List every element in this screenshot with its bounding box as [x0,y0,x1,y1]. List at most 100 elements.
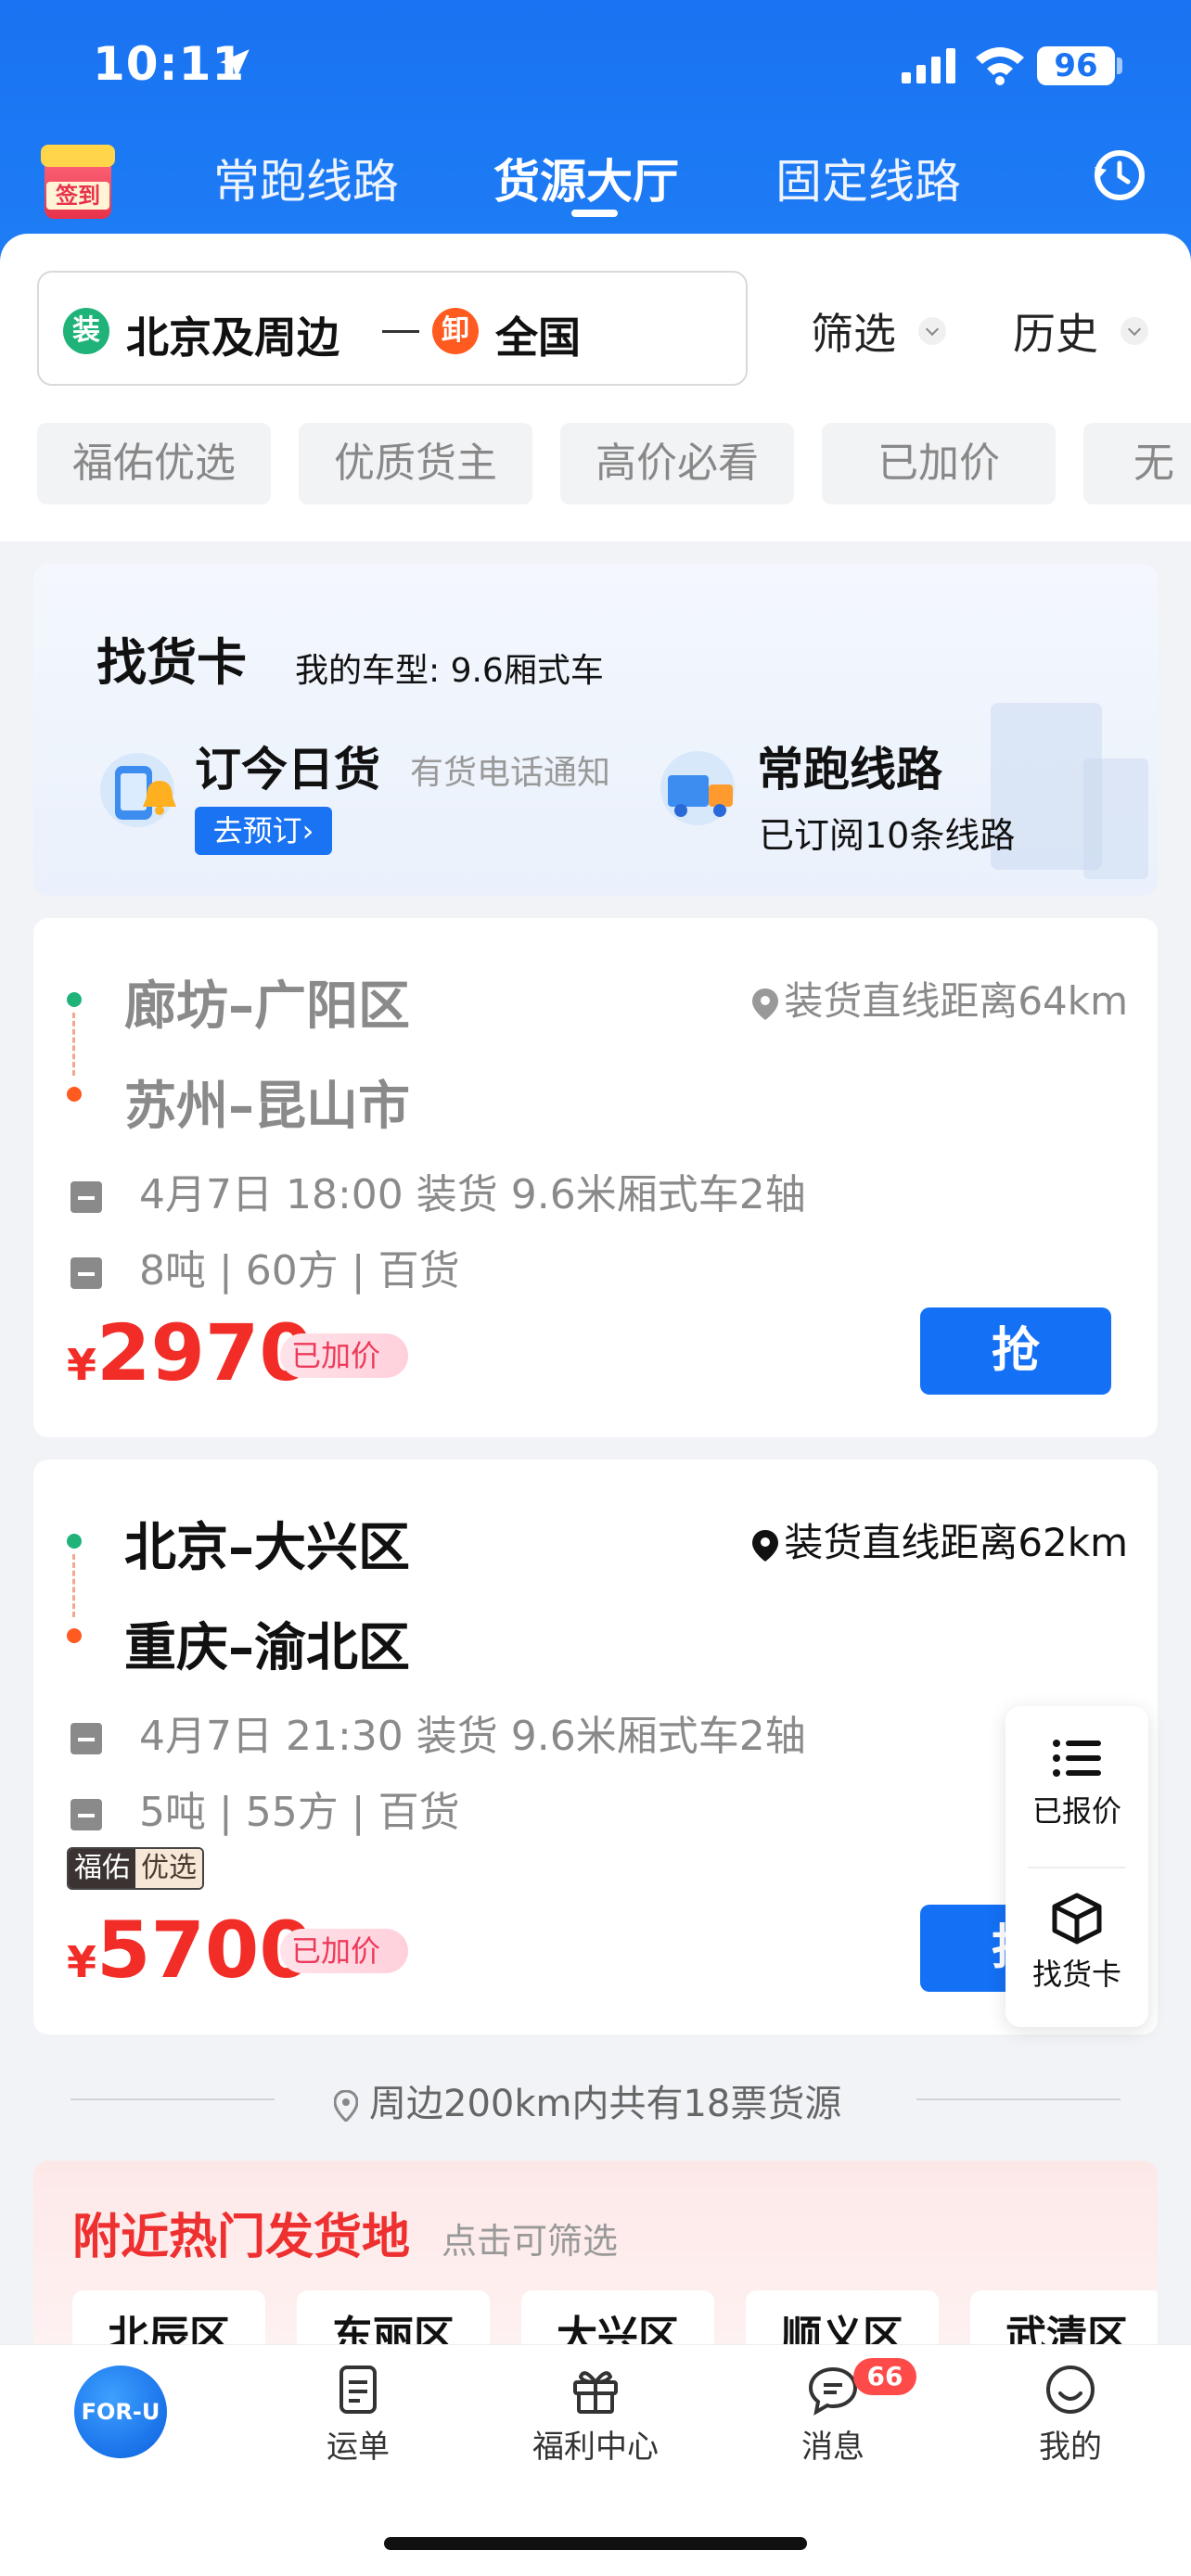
order-origin: 廊坊–广阳区 [124,976,410,1037]
filter-button[interactable]: 筛选 [811,300,896,362]
box-icon [70,1257,102,1289]
quoted-label: 已报价 [1031,1793,1121,1829]
search-panel: 装 北京及周边 卸 全国 筛选 历史 福佑优选 优质货主 高价必看 已加价 无 [0,234,1191,542]
history-button[interactable]: 历史 [1013,300,1098,362]
nav-home-foru[interactable]: FOR-U [74,2366,167,2458]
box-icon [70,1799,102,1830]
decor-building [1083,759,1148,879]
calendar-icon [70,1723,102,1754]
hot-origins-title: 附近热门发货地 [72,2210,411,2265]
truck-route-icon [660,751,735,825]
daily-cargo-note: 有货电话通知 [410,754,611,792]
find-cargo-card[interactable]: 找货卡 我的车型: 9.6厢式车 订今日货 有货电话通知 去预订› 常跑线路 已… [33,564,1158,896]
map-pin-icon [752,988,779,1020]
order-time-info: 4月7日 18:00 装货 9.6米厢式车2轴 [139,1171,806,1218]
divider-line [70,2098,275,2100]
package-icon [1052,1893,1102,1945]
route-selector[interactable]: 装 北京及周边 卸 全国 [37,271,748,386]
chevron-down-icon [1121,317,1148,345]
calendar-icon [70,1181,102,1213]
origin-dot [67,992,82,1007]
gift-icon [573,2371,618,2414]
unread-count-badge: 66 [853,2358,916,2395]
chip-quality-shipper[interactable]: 优质货主 [299,423,532,504]
nearby-summary-text: 周边200km内共有18票货源 [369,2083,842,2125]
tab-fixed-routes[interactable]: 固定线路 [775,145,961,211]
order-cargo-info: 5吨 | 55方 | 百货 [139,1789,460,1836]
frequent-routes-title: 常跑线路 [757,743,942,797]
cellular-signal-icon [902,48,955,83]
smile-icon [1046,2366,1095,2414]
order-cargo-info: 8吨 | 60方 | 百货 [139,1247,460,1294]
chip-more[interactable]: 无 [1083,423,1191,504]
price-raised-badge: 已加价 [280,1333,408,1378]
chip-fuyou-select[interactable]: 福佑优选 [37,423,271,504]
route-to: 全国 [495,312,581,363]
book-now-button[interactable]: 去预订› [195,807,332,855]
load-distance-text: 装货直线距离62km [784,1520,1128,1565]
origin-dot [67,1534,82,1549]
quoted-button[interactable]: 已报价 [1005,1734,1148,1830]
float-divider [1028,1867,1126,1868]
hot-origins-subtitle: 点击可筛选 [442,2221,619,2262]
chip-raised-price[interactable]: 已加价 [822,423,1056,504]
nav-benefits[interactable]: 福利中心 [503,2362,688,2467]
order-time-row: 4月7日 18:00 装货 9.6米厢式车2轴 [70,1161,806,1220]
chip-high-price[interactable]: 高价必看 [560,423,794,504]
battery-tip [1117,57,1122,74]
document-icon [339,2366,377,2414]
order-origin: 北京–大兴区 [124,1518,410,1578]
order-cargo-row: 8吨 | 60方 | 百货 [70,1237,460,1296]
nav-profile[interactable]: 我的 [978,2362,1163,2467]
home-indicator [384,2537,807,2550]
order-cargo-row: 5吨 | 55方 | 百货 [70,1779,460,1838]
map-pin-icon [752,1529,779,1562]
phone-bell-icon [100,753,176,827]
grab-order-button[interactable]: 抢 [920,1307,1111,1395]
clock-icon[interactable] [1091,147,1148,204]
route-connector [72,1013,75,1076]
load-badge: 装 [63,308,109,354]
cargo-order-card[interactable]: 廊坊–广阳区 苏州–昆山市 装货直线距离64km 4月7日 18:00 装货 9… [33,918,1158,1437]
route-from: 北京及周边 [126,312,339,363]
find-card-button[interactable]: 找货卡 [1005,1890,1148,1994]
nav-waybill-label: 运单 [327,2429,390,2466]
load-distance-text: 装货直线距离64km [784,978,1128,1024]
tab-cargo-hall[interactable]: 货源大厅 [493,145,679,211]
nav-profile-label: 我的 [1039,2429,1102,2466]
find-card-label: 找货卡 [1031,1957,1121,1992]
route-dash [382,330,419,333]
nav-waybill[interactable]: 运单 [265,2362,451,2467]
order-time-info: 4月7日 21:30 装货 9.6米厢式车2轴 [139,1713,806,1760]
vehicle-type-text: 我的车型: 9.6厢式车 [295,652,604,690]
top-tabs: 常跑线路 货源大厅 固定线路 [0,139,1191,223]
find-card-title: 找货卡 [96,633,247,692]
app-header: 10:11 96 签到 常跑线路 货源大厅 固定线路 [0,0,1191,269]
currency-symbol: ¥ [67,1937,97,1987]
unload-badge: 卸 [432,308,479,354]
order-price: ¥5700 [67,1905,314,1996]
chat-icon [808,2366,858,2416]
order-price: ¥2970 [67,1307,314,1398]
currency-symbol: ¥ [67,1340,97,1390]
route-connector [72,1554,75,1617]
load-distance: 装货直线距离62km [752,1511,1128,1568]
active-tab-indicator [571,210,618,217]
order-time-row: 4月7日 21:30 装货 9.6米厢式车2轴 [70,1702,806,1762]
order-destination: 重庆–渝北区 [124,1618,410,1678]
wifi-icon [976,47,1024,85]
battery-indicator: 96 [1037,46,1115,85]
nav-benefits-label: 福利中心 [532,2429,659,2466]
tag-part-b: 优选 [135,1849,202,1888]
divider-line [916,2098,1121,2100]
nav-messages-label: 消息 [801,2429,864,2466]
destination-dot [67,1628,82,1643]
nearby-summary: 周边200km内共有18票货源 [334,2073,841,2127]
order-destination: 苏州–昆山市 [124,1077,410,1137]
destination-dot [67,1087,82,1102]
price-raised-badge: 已加价 [280,1929,408,1973]
status-bar: 10:11 96 [0,0,1191,130]
list-icon [1053,1740,1101,1777]
tab-frequent-routes[interactable]: 常跑线路 [213,145,399,211]
cargo-order-card[interactable]: 北京–大兴区 重庆–渝北区 装货直线距离62km 4月7日 21:30 装货 9… [33,1460,1158,2034]
